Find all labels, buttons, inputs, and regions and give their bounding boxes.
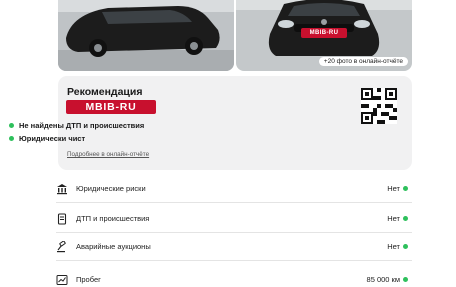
status-dot: [403, 244, 408, 249]
document-icon: [56, 213, 68, 225]
row-value: Нет: [387, 184, 400, 193]
qr-code: [361, 88, 397, 124]
bank-icon: [56, 183, 68, 195]
row-value: Нет: [387, 214, 400, 223]
car-photo-side[interactable]: [58, 0, 234, 71]
row-label: Юридические риски: [76, 184, 146, 193]
row-mileage[interactable]: Пробег 85 000 км: [56, 266, 412, 287]
row-label: Аварийные аукционы: [76, 242, 151, 251]
brand-logo: MBIB-RU: [66, 100, 156, 114]
status-dot: [403, 277, 408, 282]
check-label: Юридически чист: [19, 133, 86, 143]
row-label: ДТП и происшествия: [76, 214, 150, 223]
row-value: Нет: [387, 242, 400, 251]
car-photo-front[interactable]: MBIB-RU +20 фото в онлайн-отчёте: [236, 0, 412, 71]
check-item-accidents: Не найдены ДТП и происшествия: [9, 120, 144, 130]
row-value: 85 000 км: [366, 275, 400, 284]
status-dot: [9, 122, 14, 128]
chart-icon: [56, 274, 68, 286]
recommendation-title: Рекомендация: [67, 86, 143, 98]
row-auctions[interactable]: Аварийные аукционы Нет: [56, 233, 412, 261]
photo-gallery: MBIB-RU +20 фото в онлайн-отчёте: [58, 0, 412, 71]
gavel-icon: [56, 241, 68, 253]
status-dot: [403, 186, 408, 191]
status-dot: [9, 135, 14, 141]
row-accidents[interactable]: ДТП и происшествия Нет: [56, 205, 412, 233]
row-label: Пробег: [76, 275, 101, 284]
check-item-legal: Юридически чист: [9, 133, 85, 143]
details-link[interactable]: Подробнее в онлайн-отчёте: [67, 151, 149, 158]
license-plate: MBIB-RU: [301, 28, 347, 38]
status-dot: [403, 216, 408, 221]
check-label: Не найдены ДТП и происшествия: [19, 120, 145, 130]
more-photos-badge[interactable]: +20 фото в онлайн-отчёте: [318, 57, 408, 66]
row-legal-risks[interactable]: Юридические риски Нет: [56, 175, 412, 203]
